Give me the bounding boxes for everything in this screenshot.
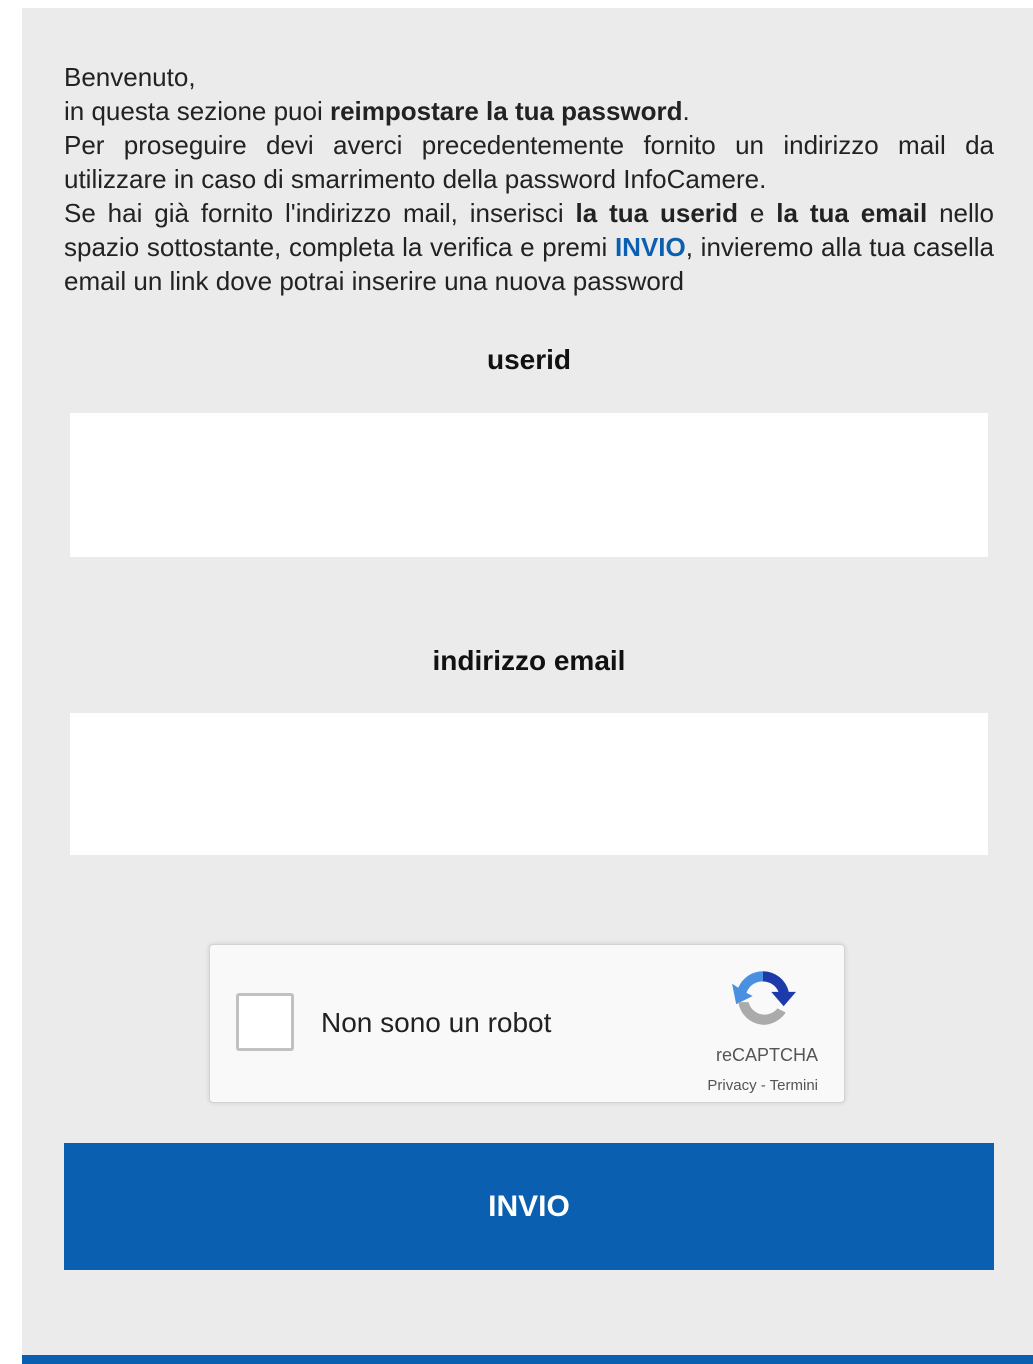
greeting: Benvenuto,	[64, 62, 196, 92]
recaptcha-label: Non sono un robot	[321, 1007, 552, 1038]
intro-line: in questa sezione puoi reimpostare la tu…	[64, 94, 994, 128]
intro-line-text: in questa sezione puoi	[64, 96, 330, 126]
recaptcha-terms-link[interactable]: Termini	[770, 1077, 818, 1094]
recaptcha-links: Privacy - Termini	[707, 1077, 818, 1094]
email-input[interactable]	[70, 713, 988, 855]
recaptcha-checkbox[interactable]	[236, 993, 294, 1051]
bottom-accent-bar	[22, 1355, 1033, 1364]
intro-line-end: .	[682, 96, 690, 126]
recaptcha-widget: Non sono un robot reCAPTCHA Privacy - Te…	[209, 944, 845, 1103]
instructions-paragraph: Se hai già fornito l'indirizzo mail, ins…	[64, 196, 994, 298]
submit-button[interactable]: INVIO	[64, 1143, 994, 1270]
recaptcha-brand: reCAPTCHA	[715, 1045, 818, 1065]
recaptcha-logo-icon	[732, 971, 796, 1025]
userid-input[interactable]	[70, 413, 988, 557]
instructions-text-a: Se hai già fornito l'indirizzo mail, ins…	[64, 198, 576, 228]
instructions-invio-highlight: INVIO	[614, 232, 686, 262]
intro-emphasis: reimpostare la tua password	[329, 96, 683, 126]
instructions-userid-emphasis: la tua userid	[575, 198, 739, 228]
userid-label: userid	[486, 344, 572, 375]
instructions-email-emphasis: la tua email	[776, 198, 928, 228]
recaptcha-privacy-link[interactable]: Privacy	[707, 1077, 756, 1094]
email-label: indirizzo email	[432, 645, 626, 676]
instructions-text-b: e	[738, 198, 777, 228]
intro-text: Benvenuto, in questa sezione puoi reimpo…	[64, 60, 994, 298]
recaptcha-links-separator: -	[756, 1077, 770, 1094]
requirement-paragraph: Per proseguire devi averci precedentemen…	[64, 130, 994, 194]
